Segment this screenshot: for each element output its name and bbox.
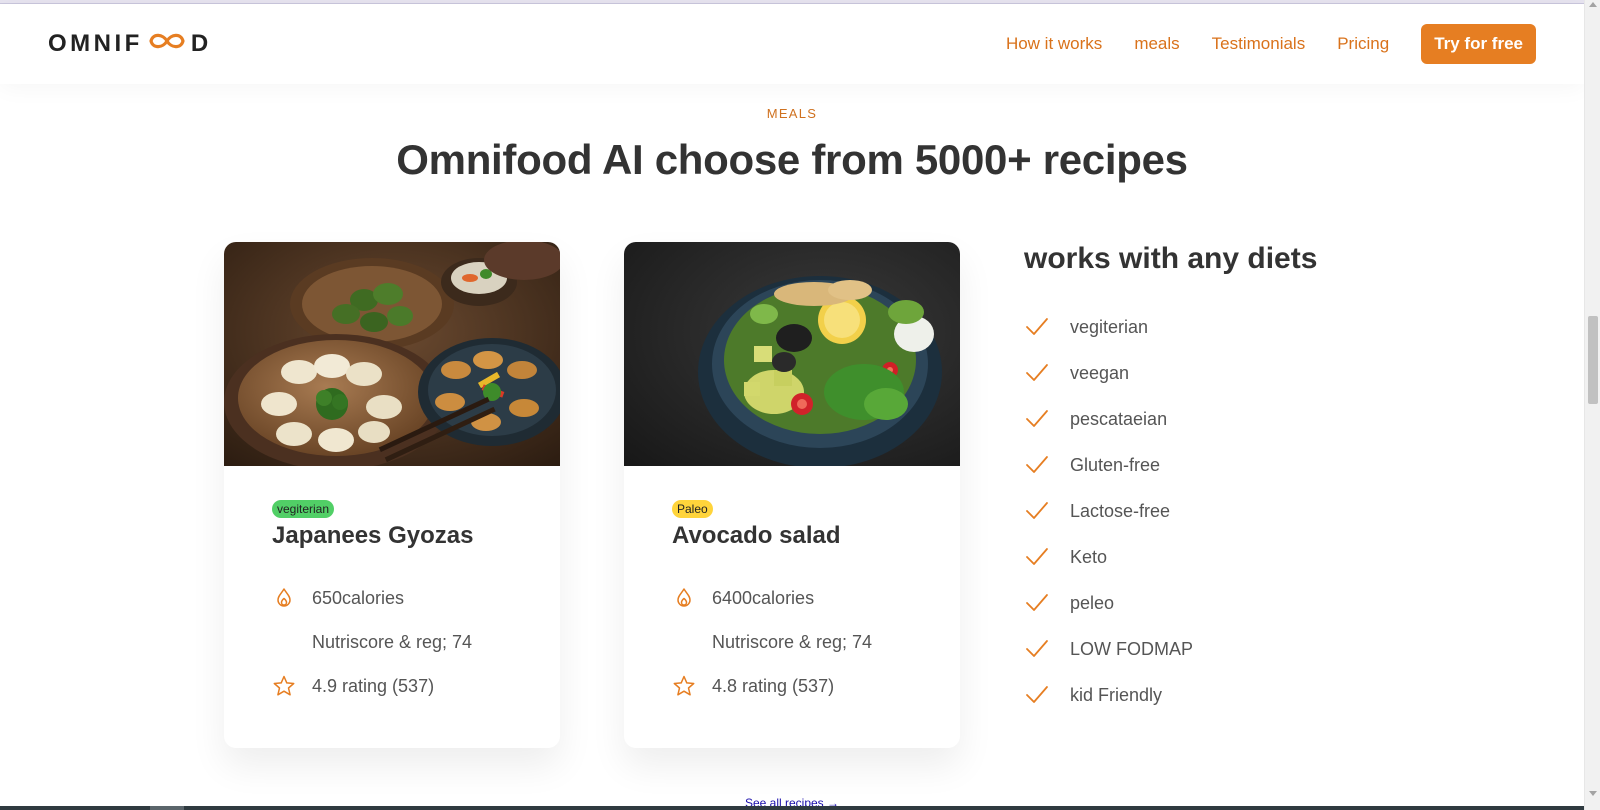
infinity-icon	[145, 30, 189, 59]
nav-link-meals[interactable]: meals	[1134, 34, 1179, 54]
diet-list-item: pescataeian	[1024, 396, 1404, 442]
check-icon	[1024, 590, 1050, 616]
nav-link-testimonials[interactable]: Testimonials	[1212, 34, 1306, 54]
diet-label: Lactose-free	[1070, 500, 1171, 521]
rating-value: 4.9 rating (537)	[312, 675, 435, 696]
scroll-down-icon[interactable]	[1589, 791, 1597, 796]
rating-value: 4.8 rating (537)	[712, 675, 835, 696]
check-icon	[1024, 498, 1050, 524]
meal-title: Avocado salad	[672, 522, 841, 549]
diet-label: LOW FODMAP	[1070, 638, 1194, 659]
flame-icon	[272, 586, 296, 610]
main-nav: How it works meals Testimonials Pricing …	[1006, 24, 1536, 64]
meal-card[interactable]: Paleo Avocado salad 6400calories Nutrisc…	[624, 242, 960, 748]
avocado-salad-photo	[624, 242, 960, 466]
diet-list-item: kid Friendly	[1024, 672, 1404, 718]
diet-list-item: Gluten-free	[1024, 442, 1404, 488]
scrollbar-thumb[interactable]	[1588, 316, 1598, 404]
section-subheading: MEALS	[766, 106, 818, 121]
nutriscore-icon	[272, 630, 296, 654]
nav-link-pricing[interactable]: Pricing	[1337, 34, 1389, 54]
diet-list-item: peleo	[1024, 580, 1404, 626]
check-icon	[1024, 452, 1050, 478]
nav-link-how-it-works[interactable]: How it works	[1006, 34, 1102, 54]
diet-list-item: veegan	[1024, 350, 1404, 396]
star-icon	[272, 674, 296, 698]
nutriscore-attribute: Nutriscore & reg; 74	[272, 630, 472, 654]
diet-tag: Paleo	[672, 500, 713, 518]
diet-label: Keto	[1070, 546, 1108, 567]
vertical-scrollbar[interactable]	[1584, 0, 1600, 810]
diet-label: veegan	[1070, 362, 1130, 383]
meal-card[interactable]: vegiterian Japanees Gyozas 650calories N…	[224, 242, 560, 748]
nutriscore-attribute: Nutriscore & reg; 74	[672, 630, 872, 654]
diet-label: peleo	[1070, 592, 1115, 613]
taskbar-edge	[0, 806, 1584, 810]
diet-label: vegiterian	[1070, 316, 1149, 337]
diets-title: works with any diets	[1024, 242, 1318, 275]
try-for-free-button[interactable]: Try for free	[1421, 24, 1536, 64]
diets-list: works with any diets vegiterian veegan p…	[1024, 242, 1404, 718]
diet-list-item: Keto	[1024, 534, 1404, 580]
section-heading: Omnifood AI choose from 5000+ recipes	[396, 136, 1188, 183]
diet-list-item: Lactose-free	[1024, 488, 1404, 534]
logo-text-left: OMNIF	[48, 30, 143, 57]
nutriscore-value: Nutriscore & reg; 74	[312, 631, 473, 652]
logo-text-right: D	[190, 30, 212, 57]
diet-label: pescataeian	[1070, 408, 1168, 429]
check-icon	[1024, 682, 1050, 708]
diet-list-item: LOW FODMAP	[1024, 626, 1404, 672]
diet-label: Gluten-free	[1070, 454, 1161, 475]
gyoza-photo	[224, 242, 560, 466]
omnifood-logo[interactable]: OMNIF D	[48, 24, 212, 64]
taskbar-segment	[150, 806, 184, 810]
page: OMNIF D How it works meals Testimonials …	[0, 0, 1600, 810]
check-icon	[1024, 544, 1050, 570]
site-header: OMNIF D How it works meals Testimonials …	[0, 4, 1584, 84]
rating-attribute: 4.8 rating (537)	[672, 674, 834, 698]
calories-attribute: 6400calories	[672, 586, 814, 610]
nutriscore-icon	[672, 630, 696, 654]
diet-tag: vegiterian	[272, 500, 335, 518]
check-icon	[1024, 406, 1050, 432]
star-icon	[672, 674, 696, 698]
meal-title: Japanees Gyozas	[272, 522, 474, 549]
flame-icon	[672, 586, 696, 610]
rating-attribute: 4.9 rating (537)	[272, 674, 434, 698]
diet-list-item: vegiterian	[1024, 304, 1404, 350]
check-icon	[1024, 314, 1050, 340]
calories-value: 650calories	[312, 587, 405, 608]
check-icon	[1024, 636, 1050, 662]
check-icon	[1024, 360, 1050, 386]
calories-attribute: 650calories	[272, 586, 404, 610]
calories-value: 6400calories	[712, 587, 815, 608]
diet-label: kid Friendly	[1070, 684, 1163, 705]
nutriscore-value: Nutriscore & reg; 74	[712, 631, 873, 652]
scroll-up-icon[interactable]	[1589, 2, 1597, 7]
